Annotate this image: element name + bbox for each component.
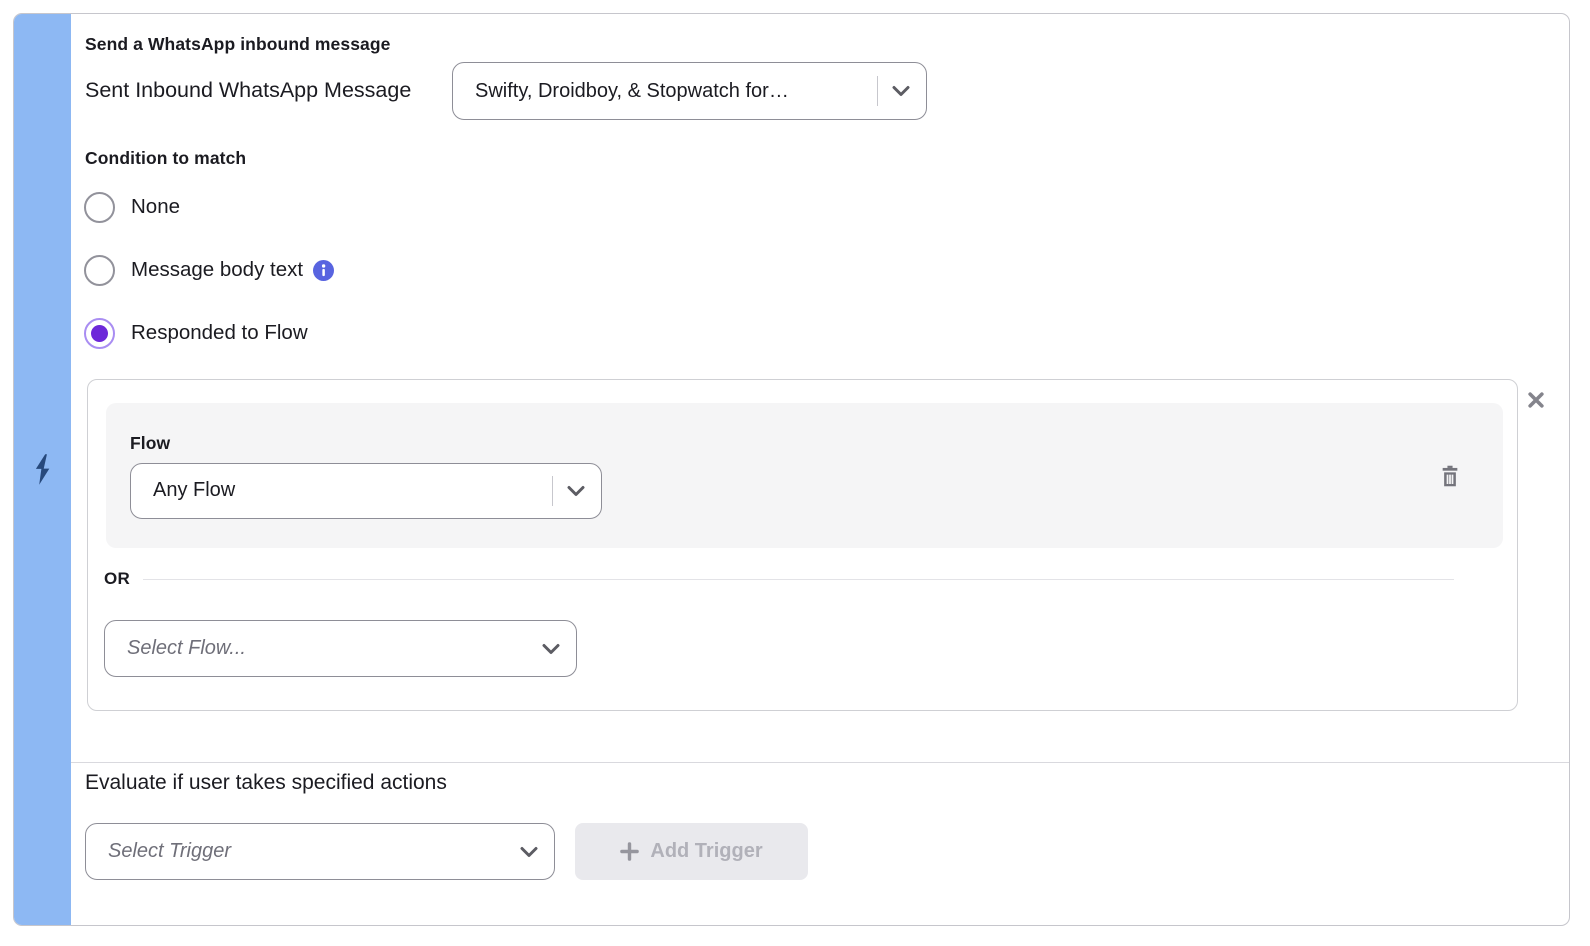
add-trigger-label: Add Trigger — [650, 840, 762, 863]
flow-select[interactable]: Any Flow — [130, 463, 602, 519]
info-icon[interactable] — [313, 260, 334, 281]
radio-label: Message body text — [131, 258, 303, 282]
select-flow-placeholder: Select Flow... — [127, 637, 542, 660]
select-trigger-dropdown[interactable]: Select Trigger — [85, 823, 555, 880]
inbound-message-select[interactable]: Swifty, Droidboy, & Stopwatch for… — [452, 62, 927, 120]
flow-field-label: Flow — [130, 433, 602, 454]
chevron-down-icon — [892, 85, 910, 97]
trash-icon — [1439, 464, 1461, 488]
or-divider-line — [143, 579, 1454, 580]
select-divider — [877, 76, 878, 106]
radio-button[interactable] — [84, 255, 115, 286]
flow-condition-card: Flow Any Flow — [106, 403, 1503, 548]
radio-button-selected[interactable] — [84, 318, 115, 349]
evaluate-section-title: Evaluate if user takes specified actions — [85, 771, 447, 795]
plus-icon — [620, 842, 639, 861]
section-title-inbound-message: Send a WhatsApp inbound message — [85, 34, 391, 55]
radio-label: Responded to Flow — [131, 321, 308, 345]
flow-select-column: Flow Any Flow — [130, 433, 602, 519]
chevron-down-icon — [567, 485, 585, 497]
lightning-bolt-icon — [30, 453, 55, 486]
trigger-card-content: Send a WhatsApp inbound message Sent Inb… — [71, 14, 1569, 925]
flow-select-value: Any Flow — [153, 479, 542, 502]
trigger-card: Send a WhatsApp inbound message Sent Inb… — [13, 13, 1570, 926]
radio-option-responded-to-flow[interactable]: Responded to Flow — [84, 317, 308, 349]
remove-condition-button[interactable] — [1527, 391, 1545, 409]
chevron-down-icon — [542, 643, 560, 655]
radio-option-message-body-text[interactable]: Message body text — [84, 254, 334, 286]
close-icon — [1527, 391, 1545, 409]
chevron-down-icon — [520, 846, 538, 858]
select-flow-dropdown[interactable]: Select Flow... — [104, 620, 577, 677]
delete-flow-condition-button[interactable] — [1437, 462, 1463, 490]
flow-condition-group: Flow Any Flow — [87, 379, 1518, 711]
select-trigger-placeholder: Select Trigger — [108, 840, 520, 863]
section-title-condition: Condition to match — [85, 148, 246, 169]
select-divider — [552, 476, 553, 506]
radio-option-none[interactable]: None — [84, 191, 180, 223]
section-divider — [71, 762, 1569, 763]
or-label: OR — [104, 569, 130, 589]
radio-label: None — [131, 195, 180, 219]
workflow-trigger-panel: Send a WhatsApp inbound message Sent Inb… — [0, 0, 1590, 946]
add-trigger-button[interactable]: Add Trigger — [575, 823, 808, 880]
radio-button[interactable] — [84, 192, 115, 223]
or-divider: OR — [104, 569, 1454, 589]
trigger-accent-bar — [14, 14, 71, 925]
message-field-label: Sent Inbound WhatsApp Message — [85, 78, 411, 103]
inbound-message-select-value: Swifty, Droidboy, & Stopwatch for… — [475, 80, 867, 103]
